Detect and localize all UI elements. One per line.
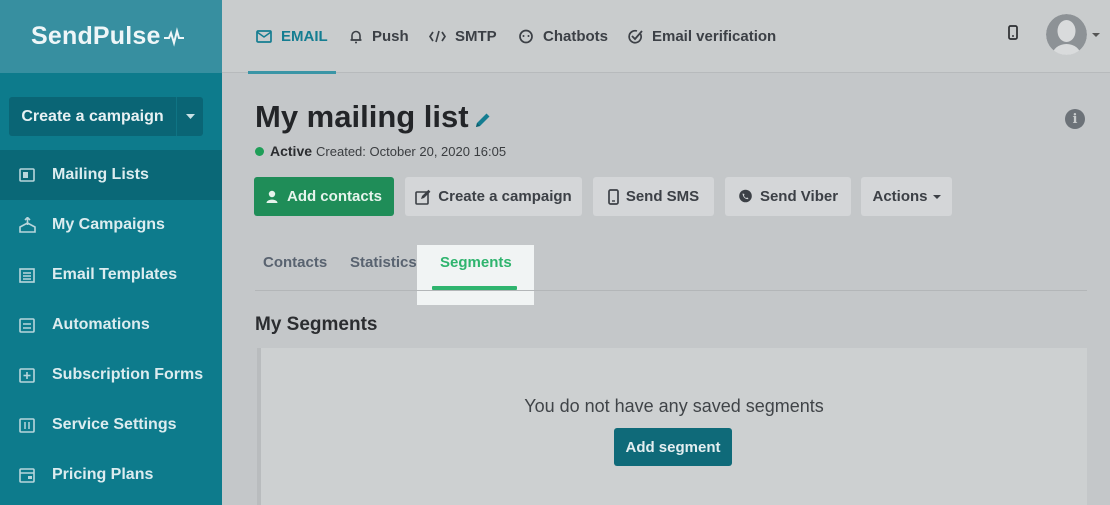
send-sms-label: Send SMS	[625, 188, 700, 205]
tab-label: SMTP	[455, 28, 497, 45]
send-viber-button[interactable]: Send Viber	[725, 177, 851, 216]
sidebar-item-label: Service Settings	[52, 416, 177, 433]
pencil-icon[interactable]	[474, 111, 492, 134]
sidebar-nav: Mailing Lists My Campaigns Email Templat…	[0, 150, 222, 500]
sidebar-item-subscription-forms[interactable]: Subscription Forms	[0, 350, 222, 400]
sidebar-item-service-settings[interactable]: Service Settings	[0, 400, 222, 450]
info-icon[interactable]: i	[1065, 109, 1085, 129]
top-navigation: EMAIL Push SMTP Chatbots Email verificat…	[222, 0, 1110, 74]
list-status: Active Created: October 20, 2020 16:05	[255, 143, 506, 159]
page-title: My mailing list	[255, 99, 469, 134]
sidebar-item-label: Mailing Lists	[52, 166, 149, 183]
bell-icon	[349, 29, 363, 44]
send-sms-button[interactable]: Send SMS	[593, 177, 714, 216]
phone-icon	[607, 188, 619, 205]
tab-label: Push	[372, 28, 409, 45]
status-dot	[255, 146, 264, 156]
user-icon	[1046, 14, 1087, 55]
mobile-phone-icon[interactable]	[1008, 25, 1018, 45]
automations-icon	[18, 316, 36, 334]
code-icon	[429, 30, 446, 43]
pulse-icon	[163, 26, 184, 47]
forms-icon	[18, 366, 36, 384]
tab-contacts[interactable]: Contacts	[263, 254, 327, 271]
sidebar-item-mailing-lists[interactable]: Mailing Lists	[0, 150, 222, 200]
edit-square-icon	[415, 189, 431, 205]
tab-push[interactable]: Push	[349, 0, 409, 73]
tab-email-verification[interactable]: Email verification	[627, 0, 776, 73]
segments-empty-panel: You do not have any saved segments Add s…	[257, 348, 1087, 505]
avatar[interactable]	[1046, 14, 1087, 55]
tab-segments[interactable]: Segments	[440, 254, 512, 271]
viber-icon	[738, 189, 753, 204]
tab-statistics[interactable]: Statistics	[350, 254, 417, 271]
mailing-list-icon	[18, 166, 36, 184]
brand-logo[interactable]: SendPulse	[0, 0, 222, 73]
sidebar-item-email-templates[interactable]: Email Templates	[0, 250, 222, 300]
created-date: Created: October 20, 2020 16:05	[316, 143, 507, 159]
segments-heading: My Segments	[255, 314, 378, 335]
sidebar-item-pricing-plans[interactable]: Pricing Plans	[0, 450, 222, 500]
sidebar-item-automations[interactable]: Automations	[0, 300, 222, 350]
check-circle-icon	[627, 29, 643, 44]
sidebar-item-label: Email Templates	[52, 266, 178, 283]
actions-dropdown-button[interactable]: Actions	[861, 177, 952, 216]
tabs-divider	[255, 290, 1087, 291]
create-campaign-action-button[interactable]: Create a campaign	[405, 177, 582, 216]
tab-chatbots[interactable]: Chatbots	[518, 0, 608, 73]
settings-icon	[18, 416, 36, 434]
account-dropdown-caret[interactable]	[1092, 33, 1100, 37]
tab-email[interactable]: EMAIL	[248, 0, 336, 74]
envelope-icon	[256, 30, 272, 43]
send-viber-label: Send Viber	[759, 188, 839, 205]
caret-down-icon	[932, 194, 941, 199]
empty-state-message: You do not have any saved segments	[524, 396, 824, 416]
create-campaign-action-label: Create a campaign	[438, 188, 572, 205]
create-campaign-dropdown[interactable]	[177, 97, 203, 136]
add-user-icon	[266, 190, 280, 204]
brand-name: SendPulse	[31, 22, 161, 50]
create-campaign-button[interactable]: Create a campaign	[9, 97, 203, 136]
sidebar-item-label: Automations	[52, 316, 150, 333]
add-contacts-label: Add contacts	[286, 188, 382, 205]
tab-label: EMAIL	[281, 28, 328, 45]
tab-label: Chatbots	[543, 28, 608, 45]
sidebar-item-label: Subscription Forms	[52, 366, 204, 383]
sidebar-item-label: Pricing Plans	[52, 466, 154, 483]
actions-label: Actions	[872, 188, 928, 205]
sidebar-item-my-campaigns[interactable]: My Campaigns	[0, 200, 222, 250]
caret-down-icon	[185, 114, 195, 119]
pricing-icon	[18, 466, 36, 484]
sidebar-item-label: My Campaigns	[52, 216, 165, 233]
tab-smtp[interactable]: SMTP	[429, 0, 497, 73]
campaigns-icon	[18, 216, 36, 234]
add-segment-button[interactable]: Add segment	[614, 428, 732, 466]
create-campaign-label[interactable]: Create a campaign	[9, 97, 177, 136]
tab-label: Email verification	[652, 28, 777, 45]
status-badge: Active	[270, 143, 313, 159]
chat-icon	[518, 29, 534, 44]
add-contacts-button[interactable]: Add contacts	[254, 177, 394, 216]
sidebar: SendPulse Create a campaign Mailing List…	[0, 0, 222, 505]
templates-icon	[18, 266, 36, 284]
